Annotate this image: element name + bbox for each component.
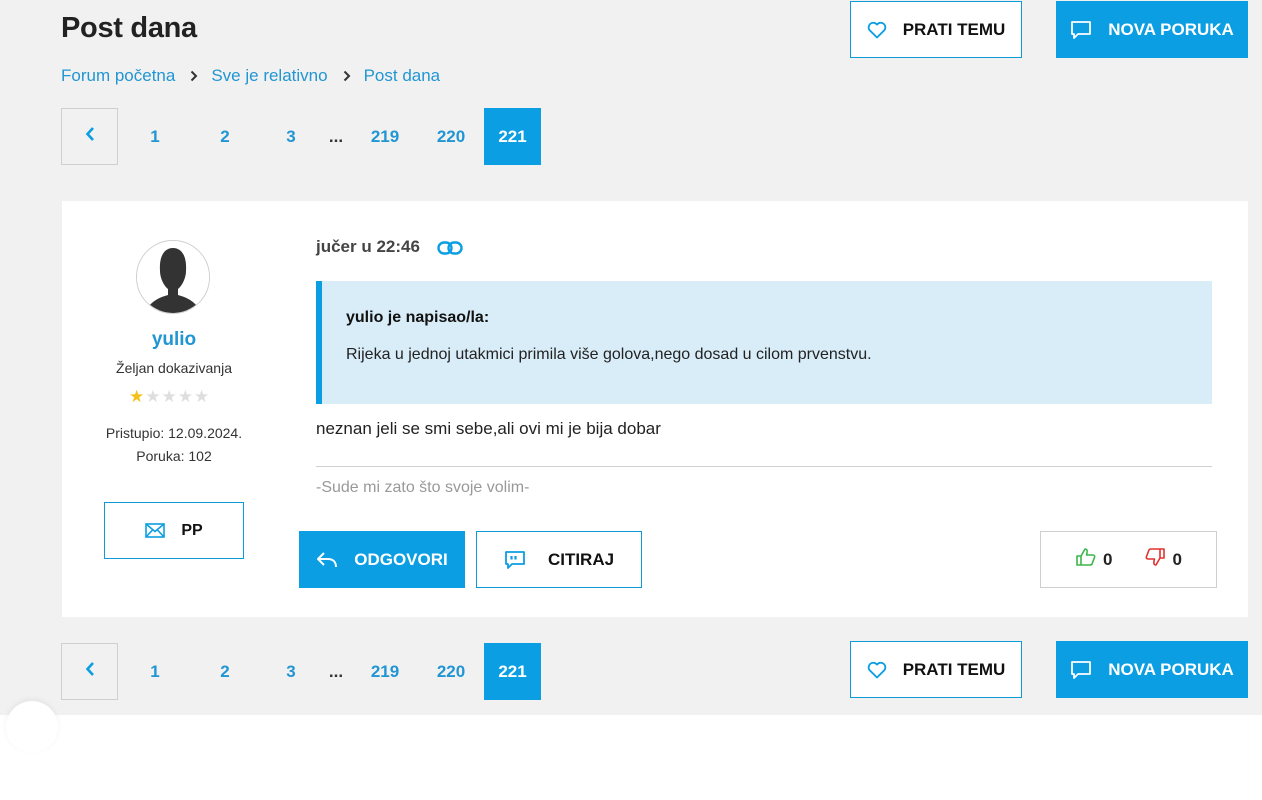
heart-icon [867,661,887,679]
breadcrumb-topic[interactable]: Post dana [364,66,441,86]
post-timestamp: jučer u 22:46 [316,237,420,256]
quote-label: CITIRAJ [547,549,615,569]
heart-icon [867,21,887,39]
avatar[interactable] [136,240,210,314]
private-message-button[interactable]: PP [104,502,244,559]
star-icon: ★ [145,387,161,406]
pagination-bottom: 1 2 3 ... 219 220 221 [61,643,541,700]
new-post-label: NOVA PORUKA [1108,19,1234,39]
new-post-button[interactable]: NOVA PORUKA [1056,1,1248,58]
page-link-3[interactable]: 3 [258,643,324,700]
previous-page-button[interactable] [61,108,118,165]
new-post-label: NOVA PORUKA [1108,659,1234,679]
author-joined: Pristupio: 12.09.2024. [105,425,243,441]
page-current[interactable]: 221 [484,108,541,165]
follow-topic-button-bottom[interactable]: PRATI TEMU [850,641,1022,698]
signature-divider [316,466,1212,467]
reply-button[interactable]: ODGOVORI [299,531,465,588]
star-icon: ★ [129,387,145,406]
vote-box: 0 0 [1040,531,1217,588]
page-link-220[interactable]: 220 [422,643,480,700]
pagination-top: 1 2 3 ... 219 220 221 [61,108,541,165]
page-link-1[interactable]: 1 [118,108,192,165]
reply-arrow-icon [316,551,338,569]
quote-block: yulio je napisao/la: Rijeka u jednoj uta… [316,281,1212,404]
page-ellipsis: ... [328,126,344,146]
floating-widget[interactable] [6,701,58,753]
user-silhouette-icon [137,241,209,313]
breadcrumb-forum-home[interactable]: Forum početna [61,66,175,86]
page-link-2[interactable]: 2 [192,108,258,165]
thumbs-down-icon[interactable] [1144,547,1166,572]
private-message-label: PP [181,521,203,539]
chat-bubble-icon [1070,20,1092,40]
like-count: 0 [1103,549,1113,569]
page-link-2[interactable]: 2 [192,643,258,700]
previous-page-button[interactable] [61,643,118,700]
follow-topic-label: PRATI TEMU [902,19,1006,39]
quote-button[interactable]: CITIRAJ [476,531,642,588]
author-username[interactable]: yulio [104,329,244,351]
chevron-left-icon [85,126,95,147]
post-signature: -Sude mi zato što svoje volim- [316,479,530,496]
author-rank: Željan dokazivanja [116,360,232,376]
chevron-right-icon [343,70,351,82]
post-content: neznan jeli se smi sebe,ali ovi mi je bi… [316,419,661,438]
page-current[interactable]: 221 [484,643,541,700]
page-link-1[interactable]: 1 [118,643,192,700]
quote-bubble-icon [504,550,526,570]
page-link-219[interactable]: 219 [348,643,422,700]
star-icon: ★ [194,387,210,406]
page-title: Post dana [61,12,197,44]
page-link-219[interactable]: 219 [348,108,422,165]
follow-topic-button[interactable]: PRATI TEMU [850,1,1022,58]
follow-topic-label: PRATI TEMU [902,659,1006,679]
chevron-right-icon [190,70,198,82]
star-icon: ★ [161,387,177,406]
star-icon: ★ [177,387,193,406]
link-icon[interactable] [437,238,463,263]
chat-bubble-icon [1070,660,1092,680]
quote-text: Rijeka u jednoj utakmici primila više go… [346,346,872,363]
page-link-220[interactable]: 220 [422,108,480,165]
chevron-left-icon [85,661,95,682]
envelope-icon [145,523,166,538]
thumbs-up-icon[interactable] [1075,547,1097,572]
page-link-3[interactable]: 3 [258,108,324,165]
breadcrumb: Forum početna Sve je relativno Post dana [61,66,440,86]
dislike-count: 0 [1172,549,1182,569]
page-ellipsis: ... [328,661,344,681]
author-rating: ★ ★ ★ ★ ★ [129,388,209,405]
reply-label: ODGOVORI [354,549,448,569]
author-post-count: Poruka: 102 [136,448,212,464]
new-post-button-bottom[interactable]: NOVA PORUKA [1056,641,1248,698]
breadcrumb-category[interactable]: Sve je relativno [211,66,327,86]
quote-author: yulio je napisao/la: [346,309,490,326]
